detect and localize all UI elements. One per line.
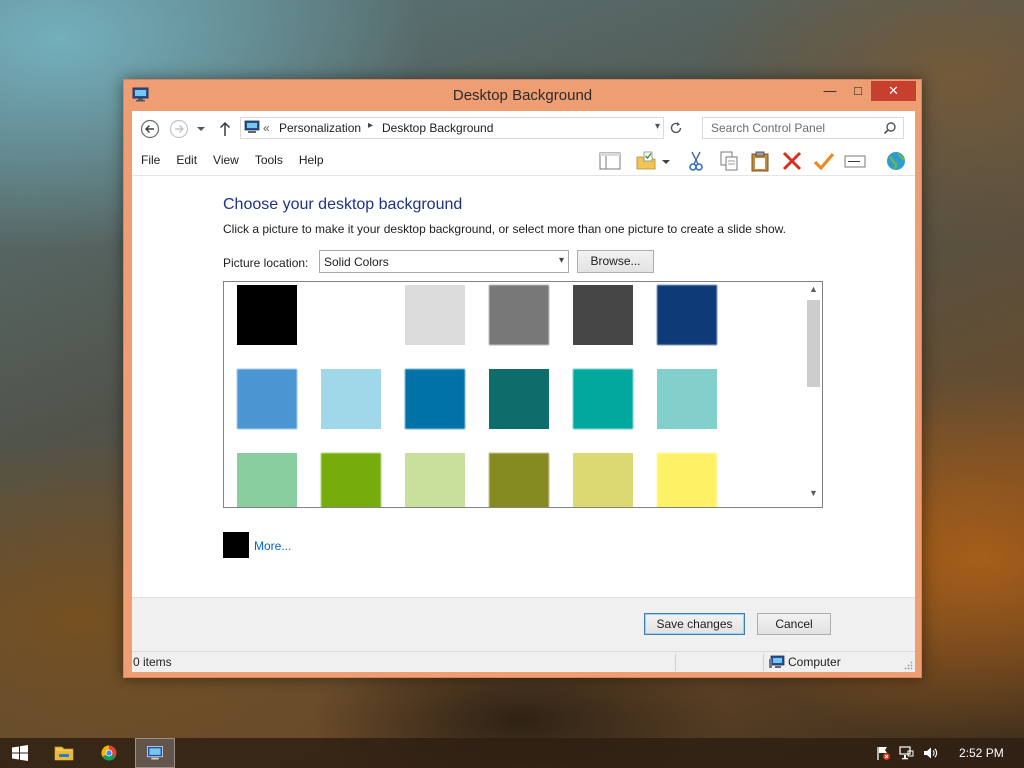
forward-arrow-icon[interactable] bbox=[169, 119, 189, 139]
recent-locations-chevron-icon[interactable] bbox=[195, 119, 207, 139]
dialog-footer: Save changes Cancel bbox=[132, 597, 915, 651]
color-swatch[interactable] bbox=[489, 285, 549, 345]
scroll-thumb[interactable] bbox=[807, 300, 820, 387]
color-swatch[interactable] bbox=[573, 453, 633, 507]
color-swatch[interactable] bbox=[657, 453, 717, 507]
taskbar-clock[interactable]: 2:52 PM bbox=[959, 746, 1004, 760]
up-arrow-icon[interactable] bbox=[218, 119, 232, 139]
delete-icon[interactable] bbox=[780, 150, 804, 172]
menu-help[interactable]: Help bbox=[291, 153, 332, 167]
scroll-down-icon[interactable]: ▼ bbox=[805, 488, 822, 505]
back-arrow-icon[interactable] bbox=[140, 119, 160, 139]
resize-grip-icon[interactable] bbox=[903, 660, 913, 670]
menu-view[interactable]: View bbox=[205, 153, 247, 167]
menu-tools[interactable]: Tools bbox=[247, 153, 291, 167]
browse-button[interactable]: Browse... bbox=[577, 250, 654, 273]
properties-folder-icon[interactable] bbox=[635, 150, 659, 172]
color-swatch[interactable] bbox=[657, 369, 717, 429]
color-swatch[interactable] bbox=[321, 453, 381, 507]
breadcrumb-separator-icon[interactable]: ▸ bbox=[368, 120, 373, 131]
preview-pane-icon[interactable] bbox=[598, 150, 622, 172]
window-title: Desktop Background bbox=[452, 87, 593, 104]
color-swatch[interactable] bbox=[237, 453, 297, 507]
address-dropdown-icon[interactable]: ▾ bbox=[655, 121, 660, 132]
page-heading: Choose your desktop background bbox=[223, 196, 463, 213]
desktop-background-window: Desktop Background — □ ✕ « Personalizati… bbox=[123, 79, 922, 678]
color-swatch[interactable] bbox=[405, 285, 465, 345]
control-panel-icon bbox=[244, 120, 260, 133]
menu-edit[interactable]: Edit bbox=[168, 153, 205, 167]
status-divider bbox=[675, 654, 676, 671]
cancel-button[interactable]: Cancel bbox=[757, 613, 831, 635]
more-colors-swatch[interactable] bbox=[223, 532, 249, 558]
maximize-button[interactable]: □ bbox=[845, 81, 871, 101]
navigation-bar: « Personalization ▸ Desktop Background ▾ bbox=[132, 111, 915, 146]
color-swatch[interactable] bbox=[573, 369, 633, 429]
search-box[interactable] bbox=[702, 117, 904, 139]
more-colors-link[interactable]: More... bbox=[254, 539, 291, 553]
color-swatch[interactable] bbox=[405, 453, 465, 507]
status-divider bbox=[763, 654, 764, 671]
color-swatch[interactable] bbox=[321, 369, 381, 429]
network-icon[interactable] bbox=[898, 745, 914, 761]
checkmark-icon[interactable] bbox=[812, 150, 836, 172]
picture-location-value: Solid Colors bbox=[324, 255, 389, 269]
refresh-icon[interactable] bbox=[667, 119, 685, 137]
menu-toolbar-row: File Edit View Tools Help bbox=[132, 146, 915, 176]
taskbar: 2:52 PM bbox=[0, 738, 1024, 768]
search-icon[interactable] bbox=[883, 121, 897, 135]
gallery-scrollbar[interactable]: ▲ ▼ bbox=[805, 282, 822, 507]
menu-file[interactable]: File bbox=[133, 153, 168, 167]
color-swatch[interactable] bbox=[237, 369, 297, 429]
color-gallery: ▲ ▼ bbox=[223, 281, 823, 508]
chrome-icon[interactable] bbox=[89, 738, 129, 768]
search-input[interactable] bbox=[703, 118, 881, 138]
window-client-area: « Personalization ▸ Desktop Background ▾ bbox=[132, 111, 915, 672]
control-panel-icon[interactable] bbox=[135, 738, 175, 768]
color-swatch[interactable] bbox=[657, 285, 717, 345]
start-icon[interactable] bbox=[0, 738, 40, 768]
cut-icon[interactable] bbox=[684, 150, 708, 172]
color-swatch[interactable] bbox=[489, 369, 549, 429]
picture-location-select[interactable]: Solid Colors ▾ bbox=[319, 250, 569, 273]
chevron-down-icon[interactable]: ▾ bbox=[559, 255, 564, 266]
copy-icon[interactable] bbox=[717, 150, 741, 172]
status-bar: 0 items Computer bbox=[132, 651, 915, 672]
breadcrumb-desktop-background[interactable]: Desktop Background bbox=[382, 121, 493, 135]
color-swatch[interactable] bbox=[489, 453, 549, 507]
close-button[interactable]: ✕ bbox=[871, 81, 916, 101]
color-swatch[interactable] bbox=[237, 285, 297, 345]
menu-bar: File Edit View Tools Help bbox=[133, 153, 332, 167]
globe-icon[interactable] bbox=[884, 150, 908, 172]
rename-icon[interactable] bbox=[843, 150, 867, 172]
color-swatch[interactable] bbox=[321, 285, 381, 345]
title-bar[interactable]: Desktop Background — □ ✕ bbox=[124, 80, 921, 111]
breadcrumb-personalization[interactable]: Personalization bbox=[279, 121, 361, 135]
status-item-count: 0 items bbox=[133, 655, 172, 669]
breadcrumb-overflow-icon[interactable]: « bbox=[263, 121, 270, 135]
picture-location-label: Picture location: bbox=[223, 256, 309, 270]
volume-icon[interactable] bbox=[922, 745, 938, 761]
page-description: Click a picture to make it your desktop … bbox=[223, 222, 786, 236]
action-center-flag-icon[interactable] bbox=[875, 745, 891, 761]
minimize-button[interactable]: — bbox=[817, 81, 843, 101]
status-location: Computer bbox=[788, 655, 841, 669]
address-bar[interactable]: « Personalization ▸ Desktop Background ▾ bbox=[240, 117, 664, 139]
save-changes-button[interactable]: Save changes bbox=[644, 613, 745, 635]
computer-icon bbox=[769, 655, 785, 668]
properties-dropdown-icon[interactable] bbox=[660, 150, 672, 172]
scroll-up-icon[interactable]: ▲ bbox=[805, 284, 822, 301]
paste-icon[interactable] bbox=[748, 150, 772, 172]
color-swatch[interactable] bbox=[573, 285, 633, 345]
file-explorer-icon[interactable] bbox=[44, 738, 84, 768]
color-swatch[interactable] bbox=[405, 369, 465, 429]
